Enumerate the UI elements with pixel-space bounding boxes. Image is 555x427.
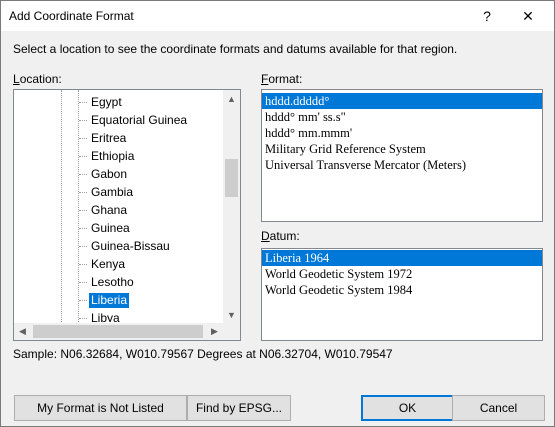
ok-button[interactable]: OK bbox=[361, 395, 454, 421]
tree-connector bbox=[79, 138, 87, 139]
tree-item[interactable]: Equatorial Guinea bbox=[14, 111, 222, 129]
tree-item[interactable]: Guinea bbox=[14, 219, 222, 237]
tree-item-label: Kenya bbox=[91, 257, 126, 271]
scroll-up-icon[interactable]: ▲ bbox=[223, 90, 240, 107]
format-list-item[interactable]: hddd.ddddd° bbox=[262, 93, 542, 109]
location-tree-rows: Egypt Equatorial Guinea Eritrea Ethiopia Gab… bbox=[14, 90, 222, 322]
tree-connector bbox=[79, 228, 87, 229]
tree-item-label: Gambia bbox=[91, 185, 134, 199]
location-tree[interactable]: Egypt Equatorial Guinea Eritrea Ethiopia Gab… bbox=[13, 89, 241, 341]
cancel-button[interactable]: Cancel bbox=[452, 395, 545, 421]
tree-connector bbox=[79, 120, 87, 121]
tree-connector bbox=[79, 300, 87, 301]
my-format-not-listed-button[interactable]: My Format is Not Listed bbox=[14, 395, 187, 421]
tree-item-label: Ghana bbox=[91, 203, 128, 217]
tree-connector bbox=[79, 282, 87, 283]
datum-list-item[interactable]: Liberia 1964 bbox=[262, 250, 542, 266]
datum-label: Datum: bbox=[261, 229, 300, 243]
tree-item-label: Ethiopia bbox=[91, 149, 135, 163]
tree-item-label: Gabon bbox=[91, 167, 128, 181]
datum-list-item[interactable]: World Geodetic System 1984 bbox=[262, 282, 542, 298]
datum-list[interactable]: Liberia 1964 World Geodetic System 1972 Wo… bbox=[261, 248, 543, 341]
scroll-right-icon[interactable]: ▶ bbox=[206, 323, 223, 340]
tree-item-label: Eritrea bbox=[91, 131, 127, 145]
scrollbar-corner bbox=[223, 323, 240, 340]
tree-connector bbox=[79, 264, 87, 265]
help-button[interactable]: ? bbox=[467, 1, 507, 31]
format-list[interactable]: hddd.ddddd° hddd° mm' ss.s" hddd° mm.mmm' M… bbox=[261, 89, 543, 222]
format-label: Format: bbox=[261, 72, 303, 86]
tree-item[interactable]: Egypt bbox=[14, 93, 222, 111]
horizontal-scroll-thumb[interactable] bbox=[33, 325, 203, 338]
tree-connector bbox=[79, 318, 87, 319]
find-by-epsg-button[interactable]: Find by EPSG... bbox=[187, 395, 291, 421]
format-list-item[interactable]: hddd° mm' ss.s" bbox=[262, 109, 542, 125]
tree-item-label: Egypt bbox=[91, 95, 122, 109]
horizontal-scrollbar[interactable]: ◀ ▶ bbox=[14, 323, 240, 340]
location-label: Location: bbox=[13, 72, 62, 86]
tree-item[interactable]: Ethiopia bbox=[14, 147, 222, 165]
title-bar: Add Coordinate Format ? ✕ bbox=[1, 1, 554, 31]
format-list-item[interactable]: Military Grid Reference System bbox=[262, 141, 542, 157]
datum-list-item[interactable]: World Geodetic System 1972 bbox=[262, 266, 542, 282]
format-list-item[interactable]: hddd° mm.mmm' bbox=[262, 125, 542, 141]
tree-item-label: Guinea bbox=[91, 221, 130, 235]
tree-item[interactable]: Gabon bbox=[14, 165, 222, 183]
tree-item-label: Liberia bbox=[89, 293, 130, 308]
tree-connector bbox=[79, 192, 87, 193]
tree-item[interactable]: Liberia bbox=[14, 291, 222, 309]
tree-connector bbox=[79, 174, 87, 175]
tree-item-label: Equatorial Guinea bbox=[91, 113, 188, 127]
vertical-scroll-thumb[interactable] bbox=[225, 159, 238, 197]
tree-connector bbox=[79, 210, 87, 211]
add-coordinate-format-dialog: Add Coordinate Format ? ✕ Select a locat… bbox=[0, 0, 555, 427]
sample-text: Sample: N06.32684, W010.79567 Degrees at… bbox=[13, 347, 393, 361]
close-button[interactable]: ✕ bbox=[508, 1, 548, 31]
tree-item-label: Lesotho bbox=[91, 275, 134, 289]
tree-item[interactable]: Lesotho bbox=[14, 273, 222, 291]
tree-item[interactable]: Ghana bbox=[14, 201, 222, 219]
format-list-item[interactable]: Universal Transverse Mercator (Meters) bbox=[262, 157, 542, 173]
tree-item[interactable]: Kenya bbox=[14, 255, 222, 273]
window-title: Add Coordinate Format bbox=[9, 9, 134, 23]
tree-item-label: Libya bbox=[91, 311, 120, 322]
tree-item[interactable]: Eritrea bbox=[14, 129, 222, 147]
tree-item[interactable]: Gambia bbox=[14, 183, 222, 201]
tree-item[interactable]: Libya bbox=[14, 309, 222, 322]
scroll-left-icon[interactable]: ◀ bbox=[14, 323, 31, 340]
tree-item-label: Guinea-Bissau bbox=[91, 239, 170, 253]
tree-connector bbox=[79, 102, 87, 103]
vertical-scrollbar[interactable]: ▲ ▼ bbox=[223, 90, 240, 323]
tree-connector bbox=[79, 246, 87, 247]
instructions-text: Select a location to see the coordinate … bbox=[13, 42, 458, 56]
tree-connector bbox=[79, 156, 87, 157]
scroll-down-icon[interactable]: ▼ bbox=[223, 306, 240, 323]
tree-item[interactable]: Guinea-Bissau bbox=[14, 237, 222, 255]
